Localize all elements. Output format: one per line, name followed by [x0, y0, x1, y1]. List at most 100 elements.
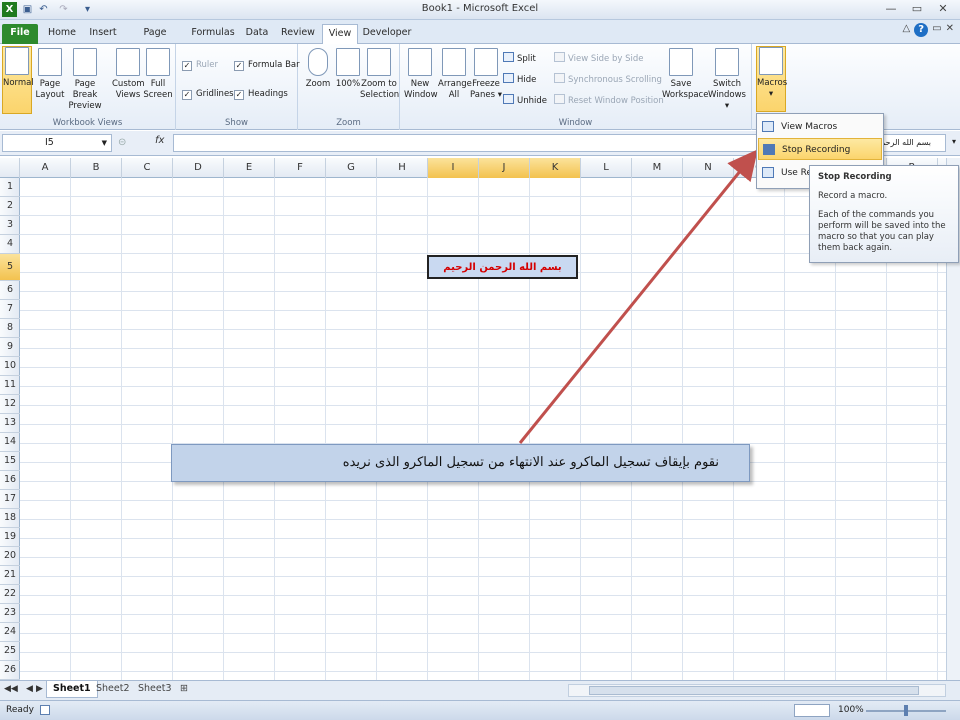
minimize-button[interactable]: — [878, 0, 904, 18]
row-header[interactable]: 17 [0, 490, 20, 509]
synchronous-scrolling-button[interactable]: Synchronous Scrolling [554, 73, 662, 87]
row-header[interactable]: 20 [0, 547, 20, 566]
restore-window-icon[interactable]: ▭ [932, 23, 941, 37]
selected-cell-range[interactable]: بسم الله الرحمن الرحيم [427, 255, 578, 279]
new-window-button[interactable]: New Window [404, 48, 438, 101]
tab-review[interactable]: Review [278, 24, 318, 44]
column-header[interactable]: L [581, 158, 632, 178]
column-header[interactable]: J [479, 158, 530, 178]
view-side-by-side-button[interactable]: View Side by Side [554, 52, 643, 66]
row-header[interactable]: 5 [0, 254, 20, 281]
ruler-checkbox[interactable]: ✓ Ruler [182, 58, 218, 72]
column-header[interactable]: A [20, 158, 71, 178]
row-header[interactable]: 24 [0, 623, 20, 642]
zoom-button[interactable]: Zoom [302, 48, 334, 90]
row-header[interactable]: 25 [0, 642, 20, 661]
column-header[interactable]: K [530, 158, 581, 178]
page-break-preview-button[interactable]: Page Break Preview [64, 48, 106, 112]
cell-area[interactable] [20, 178, 946, 680]
unhide-button[interactable]: Unhide [503, 94, 547, 108]
column-header[interactable]: H [377, 158, 428, 178]
menu-item-view-macros[interactable]: View Macros [758, 116, 882, 138]
expand-formula-bar-icon[interactable]: ▾ [952, 137, 956, 146]
row-header[interactable]: 8 [0, 319, 20, 338]
row-header[interactable]: 6 [0, 281, 20, 300]
column-header[interactable]: G [326, 158, 377, 178]
close-workbook-icon[interactable]: ✕ [946, 23, 954, 37]
tab-home[interactable]: Home [44, 24, 80, 44]
tab-insert[interactable]: Insert [86, 24, 120, 44]
column-header[interactable]: E [224, 158, 275, 178]
macros-button[interactable]: Macros ▾ [756, 46, 787, 112]
row-header[interactable]: 18 [0, 509, 20, 528]
row-header[interactable]: 9 [0, 338, 20, 357]
save-workspace-button[interactable]: Save Workspace [662, 48, 708, 101]
scrollbar-thumb[interactable] [589, 686, 919, 695]
full-screen-button[interactable]: Full Screen [142, 48, 174, 101]
reset-window-position-button[interactable]: Reset Window Position [554, 94, 664, 108]
sheet-tab[interactable]: Sheet2 [90, 681, 136, 698]
row-header[interactable]: 4 [0, 235, 20, 254]
column-header[interactable]: N [683, 158, 734, 178]
horizontal-scrollbar[interactable] [568, 684, 946, 697]
select-all-button[interactable] [0, 158, 20, 178]
tab-view[interactable]: View [322, 24, 358, 45]
normal-view-button[interactable]: Normal [2, 46, 34, 114]
minimize-ribbon-icon[interactable]: △ [902, 23, 910, 37]
freeze-panes-button[interactable]: Freeze Panes ▾ [470, 48, 502, 101]
tab-page-layout[interactable]: Page Layout [126, 24, 184, 56]
row-header[interactable]: 1 [0, 178, 20, 197]
row-header[interactable]: 19 [0, 528, 20, 547]
row-header[interactable]: 26 [0, 661, 20, 680]
tab-file[interactable]: File [2, 24, 38, 44]
column-header[interactable]: D [173, 158, 224, 178]
gridlines-checkbox[interactable]: ✓ Gridlines [182, 87, 234, 101]
row-header[interactable]: 3 [0, 216, 20, 235]
insert-sheet-icon[interactable]: ⊞ [174, 681, 194, 698]
formula-cancel-icon[interactable]: ⊝ [118, 137, 126, 148]
hide-button[interactable]: Hide [503, 73, 536, 87]
tab-formulas[interactable]: Formulas [190, 24, 236, 44]
row-header[interactable]: 7 [0, 300, 20, 319]
column-header[interactable]: F [275, 158, 326, 178]
next-sheet-icon[interactable]: ▶ [36, 684, 43, 694]
tab-developer[interactable]: Developer [362, 24, 412, 44]
column-header[interactable]: M [632, 158, 683, 178]
menu-item-stop-recording[interactable]: Stop Recording [758, 138, 882, 160]
formula-bar-checkbox[interactable]: ✓ Formula Bar [234, 58, 300, 72]
column-header[interactable]: I [428, 158, 479, 178]
headings-checkbox[interactable]: ✓ Headings [234, 87, 288, 101]
row-header[interactable]: 21 [0, 566, 20, 585]
row-header[interactable]: 16 [0, 471, 20, 490]
column-header[interactable]: C [122, 158, 173, 178]
row-header[interactable]: 22 [0, 585, 20, 604]
split-button[interactable]: Split [503, 52, 536, 66]
row-header[interactable]: 10 [0, 357, 20, 376]
row-header[interactable]: 15 [0, 452, 20, 471]
maximize-button[interactable]: ▭ [904, 0, 930, 18]
help-icon[interactable]: ? [914, 23, 929, 37]
zoom-level[interactable]: 100% [838, 705, 864, 715]
first-sheet-icon[interactable]: ◀◀ [4, 684, 18, 694]
row-header[interactable]: 13 [0, 414, 20, 433]
arrange-all-button[interactable]: Arrange All [438, 48, 472, 101]
close-button[interactable]: ✕ [930, 0, 956, 18]
view-shortcuts[interactable] [794, 704, 830, 717]
prev-sheet-icon[interactable]: ◀ [26, 684, 33, 694]
page-layout-button[interactable]: Page Layout [34, 48, 66, 101]
row-header[interactable]: 14 [0, 433, 20, 452]
custom-views-button[interactable]: Custom Views [112, 48, 145, 101]
zoom-slider-thumb[interactable] [904, 705, 908, 716]
switch-windows-button[interactable]: Switch Windows ▾ [706, 48, 748, 112]
row-header[interactable]: 23 [0, 604, 20, 623]
zoom-to-selection-button[interactable]: Zoom to Selection [360, 48, 399, 101]
sheet-tab[interactable]: Sheet3 [132, 681, 178, 698]
row-header[interactable]: 2 [0, 197, 20, 216]
insert-function-icon[interactable]: fx [155, 135, 164, 146]
tab-data[interactable]: Data [242, 24, 272, 44]
row-header[interactable]: 11 [0, 376, 20, 395]
macro-record-icon[interactable] [40, 705, 50, 715]
column-header[interactable]: B [71, 158, 122, 178]
name-box[interactable]: I5 ▼ [2, 134, 112, 152]
row-header[interactable]: 12 [0, 395, 20, 414]
